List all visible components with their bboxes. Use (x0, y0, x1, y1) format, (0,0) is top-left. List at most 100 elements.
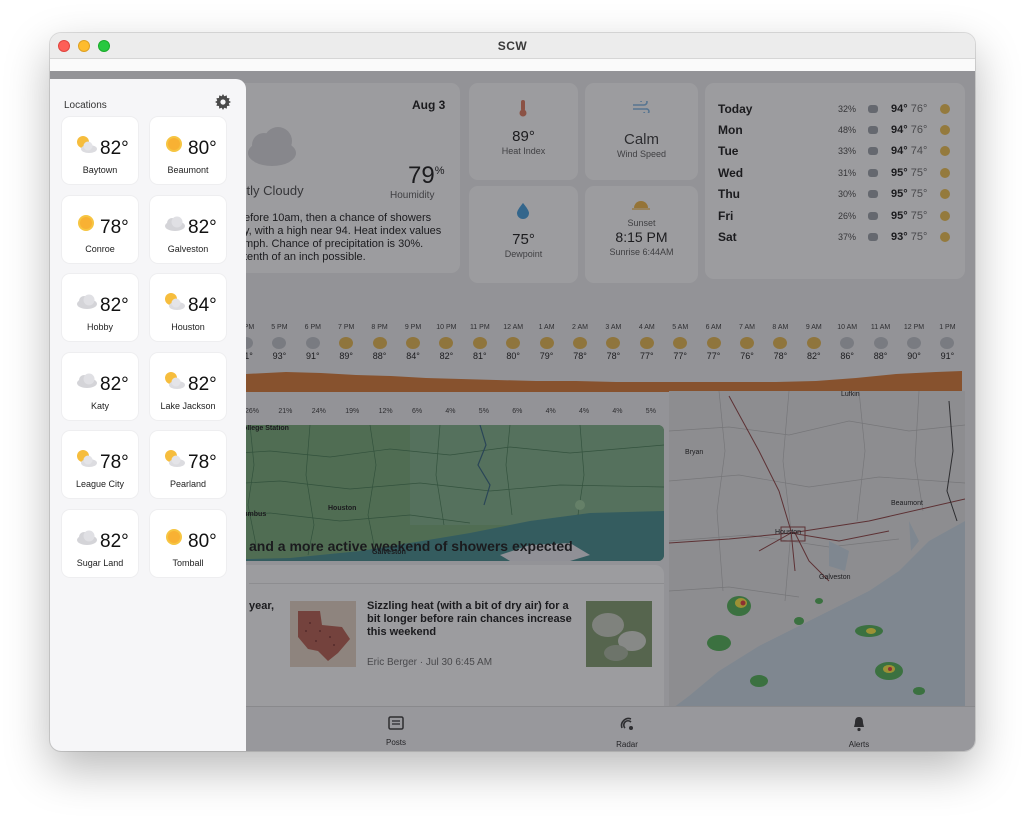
forecast-day: Fri (718, 209, 734, 223)
wind-icon (868, 169, 878, 177)
location-name: Baytown (82, 165, 118, 175)
humidity-label: Houmidity (390, 190, 435, 201)
sun-icon (166, 136, 182, 152)
location-card-baytown[interactable]: 82° Baytown (62, 117, 138, 184)
hour-temp: 82° (439, 351, 454, 361)
partly-sunny-icon (940, 125, 950, 135)
hour-precip: 4% (612, 408, 623, 415)
heat-index-tile[interactable]: 89° Heat Index (469, 83, 578, 180)
hour-label: 6 PM (304, 324, 321, 331)
location-temp: 82° (188, 216, 217, 238)
hour-temp: 89° (339, 351, 353, 361)
newspaper-icon (388, 716, 404, 730)
forecast-day: Today (718, 102, 753, 116)
forecast-high: 93° (891, 231, 908, 243)
tab-radar[interactable]: Radar (597, 716, 657, 749)
radar-icon (620, 717, 633, 730)
location-card-hobby[interactable]: 82° Hobby (62, 274, 138, 342)
hour-label: 2 AM (572, 324, 588, 331)
forecast-temps: 95° 75° (891, 167, 927, 179)
cloud-icon (77, 294, 97, 310)
hourly-column: 7 AM 76° (733, 324, 761, 361)
hour-temp: 86° (840, 351, 854, 361)
forecast-row-thu[interactable]: Thu 30% 95° 75° (718, 184, 950, 205)
hour-temp: 88° (873, 351, 888, 361)
hour-precip: 5% (645, 408, 656, 415)
location-temp: 78° (100, 452, 129, 474)
location-temp: 80° (188, 138, 217, 159)
forecast-row-tue[interactable]: Tue 33% 94° 74° (718, 141, 950, 162)
featured-post-headline[interactable]: and a more active weekend of showers exp… (249, 538, 573, 554)
partly-sunny-icon (940, 168, 950, 178)
humidity-value: 79% (408, 162, 444, 190)
radar-map[interactable]: Lufkin Bryan Beaumont Houston Galveston (669, 391, 965, 711)
tab-posts[interactable]: Posts (366, 716, 426, 747)
forecast-precip: 26% (838, 211, 857, 221)
location-temp: 82° (100, 373, 129, 395)
location-card-tomball[interactable]: 80° Tomball (150, 510, 226, 577)
partly-cloudy-night-icon (606, 337, 621, 349)
dewpoint-label: Dewpoint (504, 249, 543, 259)
hour-precip: 21% (278, 408, 293, 415)
cloud-icon (248, 127, 296, 166)
droplet-icon (517, 203, 529, 219)
sun-icon (78, 214, 94, 231)
tab-alerts-label: Alerts (848, 740, 870, 749)
location-name: Houston (171, 322, 205, 333)
post-thumbnail-texas-map[interactable] (290, 601, 356, 667)
forecast-high: 95° (891, 167, 908, 179)
forecast-row-wed[interactable]: Wed 31% 95° 75° (718, 163, 950, 184)
forecast-high: 95° (891, 210, 908, 222)
forecast-row-today[interactable]: Today 32% 94° 76° (718, 99, 950, 120)
radar-label-lufkin: Lufkin (841, 391, 860, 398)
location-card-league-city[interactable]: 78° League City (62, 431, 138, 499)
article-title-line-3[interactable]: this weekend (367, 626, 436, 638)
forecast-row-fri[interactable]: Fri 26% 95° 75° (718, 206, 950, 227)
forecast-row-sat[interactable]: Sat 37% 93° 75° (718, 227, 950, 248)
location-card-sugar-land[interactable]: 82° Sugar Land (62, 510, 138, 577)
location-card-pearland[interactable]: 78° Pearland (150, 431, 226, 499)
wind-icon (868, 147, 878, 155)
forecast-temps: 95° 75° (891, 210, 927, 222)
sun-icon (166, 529, 182, 545)
location-name: Conroe (85, 243, 115, 254)
hour-precip: 6% (512, 408, 523, 415)
forecast-precip: 30% (838, 189, 857, 199)
post-thumbnail-satellite[interactable] (586, 601, 652, 667)
radar-label-bryan: Bryan (685, 449, 704, 456)
partly-sunny-icon (165, 293, 185, 311)
location-card-katy[interactable]: 82° Katy (62, 352, 138, 420)
hour-temp: 82° (806, 351, 821, 361)
tab-radar-label: Radar (616, 740, 638, 749)
hourly-column: 1 PM 91° (933, 324, 961, 361)
sun-times-tile[interactable]: Sunset 8:15 PM Sunrise 6:44AM (585, 186, 698, 283)
hourly-column: 4 AM 77° (633, 324, 661, 361)
hour-label: 10 PM (436, 324, 457, 331)
dewpoint-tile[interactable]: 75° Dewpoint (469, 186, 578, 283)
post-title-fragment[interactable]: year, (249, 600, 274, 612)
forecast-day: Sat (718, 230, 737, 244)
location-card-lake-jackson[interactable]: 82° Lake Jackson (150, 352, 226, 420)
location-card-houston[interactable]: 84° Houston (150, 274, 226, 342)
hour-label: 1 AM (538, 324, 555, 331)
forecast-precip: 33% (838, 146, 857, 156)
location-temp: 78° (188, 452, 217, 474)
forecast-description-line-3: mph. Chance of precipitation is 30%. (244, 238, 424, 250)
gear-icon[interactable] (215, 94, 231, 110)
location-temp: 78° (100, 216, 129, 238)
heat-index-label: Heat Index (501, 146, 546, 156)
location-card-conroe[interactable]: 78° Conroe (62, 195, 138, 263)
maximize-window-button[interactable] (98, 40, 110, 52)
hour-precip: 4% (445, 408, 456, 415)
wind-tile[interactable]: Calm Wind Speed (585, 83, 698, 180)
location-card-beaumont[interactable]: 80° Beaumont (150, 117, 226, 184)
hour-label: 8 PM (371, 324, 388, 331)
tab-alerts[interactable]: Alerts (829, 716, 889, 749)
forecast-row-mon[interactable]: Mon 48% 94° 76° (718, 120, 950, 141)
minimize-window-button[interactable] (78, 40, 90, 52)
article-title-line-1[interactable]: Sizzling heat (with a bit of dry air) fo… (367, 600, 569, 612)
article-title-line-2[interactable]: bit longer before rain chances increase (367, 613, 572, 625)
partly-sunny-icon (940, 211, 950, 221)
location-card-galveston[interactable]: 82° Galveston (150, 195, 226, 263)
close-window-button[interactable] (58, 40, 70, 52)
